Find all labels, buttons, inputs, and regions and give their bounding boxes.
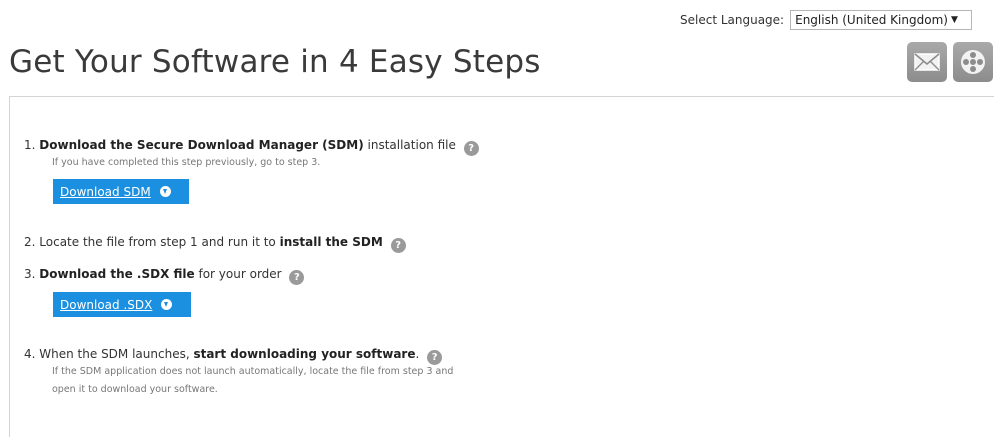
step-3-bold: Download the .SDX file	[39, 267, 195, 281]
step-4: 4. When the SDM launches, start download…	[24, 346, 443, 365]
download-sdx-button[interactable]: Download .SDX	[53, 292, 191, 317]
language-dropdown[interactable]: English (United Kingdom) ▼	[790, 10, 973, 30]
step-4-bold: start downloading your software	[193, 347, 416, 361]
step-4-note-line-2: open it to download your software.	[52, 384, 218, 395]
step-2-bold: install the SDM	[279, 235, 383, 249]
help-icon[interactable]: ?	[463, 141, 479, 156]
page-title: Get Your Software in 4 Easy Steps	[9, 44, 541, 80]
step-1-number: 1.	[24, 138, 36, 152]
step-1-note: If you have completed this step previous…	[52, 157, 321, 168]
chevron-down-icon: ▼	[950, 15, 958, 25]
step-4-note-line-1: If the SDM application does not launch a…	[52, 366, 454, 377]
step-1-rest: installation file	[363, 138, 456, 152]
step-4-rest: .	[415, 347, 420, 361]
steps-panel: 1. Download the Secure Download Manager …	[9, 96, 994, 437]
help-icon[interactable]: ?	[427, 350, 443, 365]
download-sdx-label: Download .SDX	[60, 297, 153, 312]
step-3: 3. Download the .SDX file for your order…	[24, 266, 305, 285]
step-1-bold: Download the Secure Download Manager (SD…	[39, 138, 364, 152]
download-sdm-button[interactable]: Download SDM	[53, 179, 189, 204]
step-1: 1. Download the Secure Download Manager …	[24, 137, 479, 156]
step-2-number: 2.	[24, 235, 36, 249]
step-4-text: When the SDM launches,	[39, 347, 194, 361]
step-3-rest: for your order	[194, 267, 282, 281]
step-4-number: 4.	[24, 347, 36, 361]
help-icon[interactable]: ?	[390, 238, 406, 253]
email-button[interactable]	[907, 42, 947, 82]
email-icon	[914, 53, 940, 71]
language-selected-value: English (United Kingdom)	[795, 13, 948, 27]
download-sdm-label: Download SDM	[60, 184, 151, 199]
step-3-number: 3.	[24, 267, 36, 281]
video-button[interactable]	[953, 42, 993, 82]
language-label: Select Language:	[680, 13, 785, 27]
step-2-text: Locate the file from step 1 and run it t…	[39, 235, 280, 249]
step-2: 2. Locate the file from step 1 and run i…	[24, 234, 406, 253]
video-icon	[961, 50, 985, 74]
language-selector: Select Language: English (United Kingdom…	[680, 10, 973, 30]
help-icon[interactable]: ?	[289, 270, 305, 285]
download-arrow-icon	[159, 186, 171, 197]
download-arrow-icon	[161, 299, 173, 310]
